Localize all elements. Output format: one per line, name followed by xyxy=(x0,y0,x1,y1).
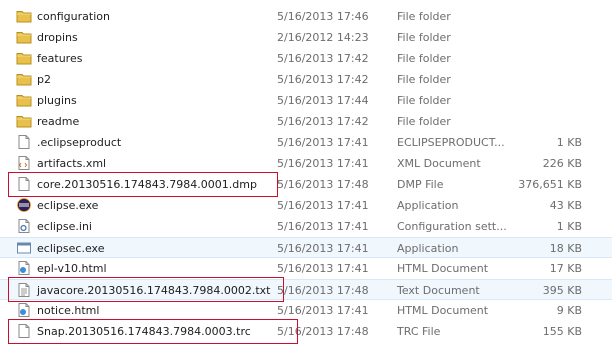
file-type: HTML Document xyxy=(397,262,489,275)
file-name: readme xyxy=(37,115,80,128)
file-row[interactable]: artifacts.xml 5/16/2013 17:41 XML Document… xyxy=(0,153,612,174)
file-name: Snap.20130516.174843.7984.0003.trc xyxy=(37,325,251,338)
file-name: javacore.20130516.174843.7984.0002.txt xyxy=(37,284,271,297)
file-row[interactable]: features 5/16/2013 17:42 File folder xyxy=(0,48,612,69)
settings-file-icon xyxy=(16,218,32,234)
file-row[interactable]: epl-v10.html 5/16/2013 17:41 HTML Document… xyxy=(0,258,612,279)
file-type: File folder xyxy=(397,115,451,128)
file-name: epl-v10.html xyxy=(37,262,107,275)
file-type: TRC File xyxy=(397,325,441,338)
file-type: File folder xyxy=(397,94,451,107)
file-name: dropins xyxy=(37,31,78,44)
folder-icon xyxy=(16,50,32,66)
file-size: 9 KB xyxy=(556,304,582,317)
file-name: features xyxy=(37,52,83,65)
eclipse-app-icon xyxy=(16,197,32,213)
file-type: Text Document xyxy=(397,284,480,297)
file-size: 395 KB xyxy=(542,284,582,297)
file-name: eclipse.exe xyxy=(37,199,99,212)
html-file-icon xyxy=(16,302,32,318)
file-row[interactable]: plugins 5/16/2013 17:44 File folder xyxy=(0,90,612,111)
file-name: p2 xyxy=(37,73,51,86)
file-date-modified: 5/16/2013 17:41 xyxy=(277,220,369,233)
file-date-modified: 5/16/2013 17:42 xyxy=(277,115,369,128)
file-size: 155 KB xyxy=(542,325,582,338)
file-date-modified: 5/16/2013 17:48 xyxy=(277,284,369,297)
folder-icon xyxy=(16,29,32,45)
file-date-modified: 5/16/2013 17:41 xyxy=(277,242,369,255)
file-date-modified: 5/16/2013 17:41 xyxy=(277,199,369,212)
folder-icon xyxy=(16,113,32,129)
text-file-icon xyxy=(16,282,32,298)
file-row[interactable]: core.20130516.174843.7984.0001.dmp 5/16/2… xyxy=(0,174,612,195)
file-row[interactable]: notice.html 5/16/2013 17:41 HTML Document 9… xyxy=(0,300,612,321)
file-name: core.20130516.174843.7984.0001.dmp xyxy=(37,178,257,191)
file-date-modified: 5/16/2013 17:41 xyxy=(277,136,369,149)
file-size: 376,651 KB xyxy=(518,178,582,191)
file-row[interactable]: dropins 2/16/2012 14:23 File folder xyxy=(0,27,612,48)
file-size: 226 KB xyxy=(542,157,582,170)
file-name: eclipse.ini xyxy=(37,220,92,233)
blank-file-icon xyxy=(16,323,32,339)
file-name: configuration xyxy=(37,10,110,23)
file-date-modified: 5/16/2013 17:42 xyxy=(277,73,369,86)
file-type: Application xyxy=(397,199,459,212)
console-app-icon xyxy=(16,240,32,256)
file-row[interactable]: readme 5/16/2013 17:42 File folder xyxy=(0,111,612,132)
file-size: 1 KB xyxy=(556,220,582,233)
file-type: ECLIPSEPRODUCT... xyxy=(397,136,505,149)
file-name: plugins xyxy=(37,94,77,107)
file-row[interactable]: eclipse.exe 5/16/2013 17:41 Application 43 … xyxy=(0,195,612,216)
file-list: configuration 5/16/2013 17:46 File folder d… xyxy=(0,0,612,350)
file-date-modified: 5/16/2013 17:48 xyxy=(277,178,369,191)
file-type: Configuration sett... xyxy=(397,220,507,233)
file-name: notice.html xyxy=(37,304,100,317)
file-size: 1 KB xyxy=(556,136,582,149)
file-row[interactable]: p2 5/16/2013 17:42 File folder xyxy=(0,69,612,90)
file-row[interactable]: eclipse.ini 5/16/2013 17:41 Configuration … xyxy=(0,216,612,237)
folder-icon xyxy=(16,8,32,24)
folder-icon xyxy=(16,92,32,108)
file-name: eclipsec.exe xyxy=(37,242,105,255)
file-type: HTML Document xyxy=(397,304,489,317)
file-type: XML Document xyxy=(397,157,481,170)
folder-icon xyxy=(16,71,32,87)
file-name: artifacts.xml xyxy=(37,157,107,170)
blank-file-icon xyxy=(16,134,32,150)
file-date-modified: 5/16/2013 17:41 xyxy=(277,304,369,317)
file-name: .eclipseproduct xyxy=(37,136,122,149)
file-date-modified: 2/16/2012 14:23 xyxy=(277,31,369,44)
file-date-modified: 5/16/2013 17:42 xyxy=(277,52,369,65)
file-type: File folder xyxy=(397,10,451,23)
file-date-modified: 5/16/2013 17:41 xyxy=(277,157,369,170)
file-type: Application xyxy=(397,242,459,255)
file-size: 18 KB xyxy=(549,242,582,255)
file-type: File folder xyxy=(397,73,451,86)
file-date-modified: 5/16/2013 17:44 xyxy=(277,94,369,107)
file-row[interactable]: javacore.20130516.174843.7984.0002.txt 5/… xyxy=(0,279,612,300)
file-type: File folder xyxy=(397,52,451,65)
file-size: 43 KB xyxy=(549,199,582,212)
file-row[interactable]: Snap.20130516.174843.7984.0003.trc 5/16/2… xyxy=(0,321,612,342)
file-size: 17 KB xyxy=(549,262,582,275)
file-date-modified: 5/16/2013 17:41 xyxy=(277,262,369,275)
file-row[interactable]: eclipsec.exe 5/16/2013 17:41 Application 18… xyxy=(0,237,612,258)
file-row[interactable]: configuration 5/16/2013 17:46 File folder xyxy=(0,6,612,27)
file-type: DMP File xyxy=(397,178,444,191)
file-type: File folder xyxy=(397,31,451,44)
html-file-icon xyxy=(16,260,32,276)
xml-file-icon xyxy=(16,155,32,171)
blank-file-icon xyxy=(16,176,32,192)
file-date-modified: 5/16/2013 17:46 xyxy=(277,10,369,23)
file-date-modified: 5/16/2013 17:48 xyxy=(277,325,369,338)
file-row[interactable]: .eclipseproduct 5/16/2013 17:41 ECLIPSEPRO… xyxy=(0,132,612,153)
